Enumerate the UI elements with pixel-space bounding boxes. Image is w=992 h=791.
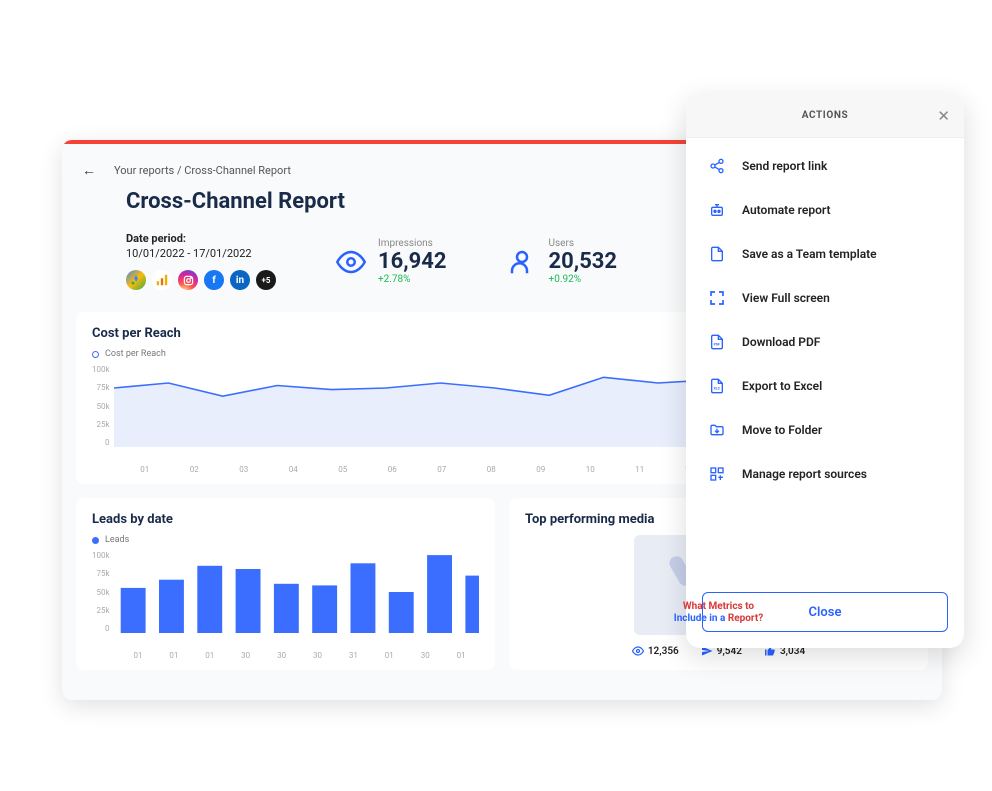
action-label: Save as a Team template bbox=[742, 247, 877, 261]
media-views: 12,356 bbox=[632, 645, 679, 657]
actions-panel: ACTIONS ✕ Send report link Automate repor… bbox=[686, 94, 964, 648]
send-report-link-icon bbox=[708, 157, 726, 175]
google-analytics-icon[interactable] bbox=[152, 270, 172, 290]
leads-x-axis: 01010130303031013001 bbox=[92, 651, 479, 660]
impressions-delta: +2.78% bbox=[378, 274, 447, 285]
automate-report-icon bbox=[708, 201, 726, 219]
view-fullscreen-icon bbox=[708, 289, 726, 307]
actions-title: ACTIONS bbox=[802, 110, 848, 121]
linkedin-icon[interactable]: in bbox=[230, 270, 250, 290]
svg-text:PDF: PDF bbox=[714, 342, 720, 346]
eye-icon bbox=[336, 247, 366, 277]
legend-marker-icon bbox=[92, 351, 99, 358]
manage-sources-icon bbox=[708, 465, 726, 483]
action-send-report-link[interactable]: Send report link bbox=[686, 144, 964, 188]
export-excel-icon: XLS bbox=[708, 377, 726, 395]
svg-text:XLS: XLS bbox=[714, 386, 720, 390]
more-channels-badge[interactable]: +5 bbox=[256, 270, 276, 290]
action-label: Move to Folder bbox=[742, 423, 822, 437]
action-view-fullscreen[interactable]: View Full screen bbox=[686, 276, 964, 320]
back-arrow-icon[interactable]: ← bbox=[82, 162, 96, 179]
actions-header: ACTIONS ✕ bbox=[686, 94, 964, 138]
save-team-template-icon bbox=[708, 245, 726, 263]
breadcrumb[interactable]: Your reports / Cross-Channel Report bbox=[114, 164, 291, 177]
leads-chart: 100k75k50k25k0 bbox=[92, 551, 479, 651]
move-to-folder-icon bbox=[708, 421, 726, 439]
leads-legend: Leads bbox=[92, 535, 479, 545]
user-icon bbox=[507, 247, 537, 277]
channel-icons: f in +5 bbox=[126, 270, 276, 290]
thumb-caption: What Metrics to Include in a Report? bbox=[674, 601, 763, 625]
action-export-excel[interactable]: XLS Export to Excel bbox=[686, 364, 964, 408]
google-ads-icon[interactable] bbox=[126, 270, 146, 290]
users-metric: Users 20,532 +0.92% bbox=[507, 238, 618, 285]
impressions-value: 16,942 bbox=[378, 249, 447, 274]
action-label: Manage report sources bbox=[742, 467, 867, 481]
action-label: Automate report bbox=[742, 203, 831, 217]
action-manage-sources[interactable]: Manage report sources bbox=[686, 452, 964, 496]
instagram-icon[interactable] bbox=[178, 270, 198, 290]
users-value: 20,532 bbox=[549, 249, 618, 274]
action-label: View Full screen bbox=[742, 291, 830, 305]
impressions-label: Impressions bbox=[378, 238, 447, 249]
users-delta: +0.92% bbox=[549, 274, 618, 285]
actions-body: Send report link Automate report Save as a… bbox=[686, 138, 964, 576]
facebook-icon[interactable]: f bbox=[204, 270, 224, 290]
leads-y-axis: 100k75k50k25k0 bbox=[92, 551, 114, 633]
impressions-metric: Impressions 16,942 +2.78% bbox=[336, 238, 447, 285]
action-download-pdf[interactable]: PDF Download PDF bbox=[686, 320, 964, 364]
users-label: Users bbox=[549, 238, 618, 249]
leads-bar-plot bbox=[114, 551, 479, 633]
download-pdf-icon: PDF bbox=[708, 333, 726, 351]
leads-title: Leads by date bbox=[92, 512, 479, 527]
action-save-team-template[interactable]: Save as a Team template bbox=[686, 232, 964, 276]
action-move-to-folder[interactable]: Move to Folder bbox=[686, 408, 964, 452]
legend-marker-icon bbox=[92, 537, 99, 544]
cost-legend-label: Cost per Reach bbox=[105, 349, 166, 359]
date-block: Date period: 10/01/2022 - 17/01/2022 f i… bbox=[126, 232, 276, 290]
action-label: Send report link bbox=[742, 159, 827, 173]
action-automate-report[interactable]: Automate report bbox=[686, 188, 964, 232]
close-icon[interactable]: ✕ bbox=[937, 107, 950, 125]
date-range: 10/01/2022 - 17/01/2022 bbox=[126, 247, 276, 260]
action-label: Download PDF bbox=[742, 335, 820, 349]
cost-y-axis: 100k75k50k25k0 bbox=[92, 365, 114, 447]
date-label: Date period: bbox=[126, 232, 276, 245]
leads-legend-label: Leads bbox=[105, 535, 129, 545]
leads-card: Leads by date Leads 100k75k50k25k0 01010… bbox=[76, 498, 495, 670]
action-label: Export to Excel bbox=[742, 379, 822, 393]
